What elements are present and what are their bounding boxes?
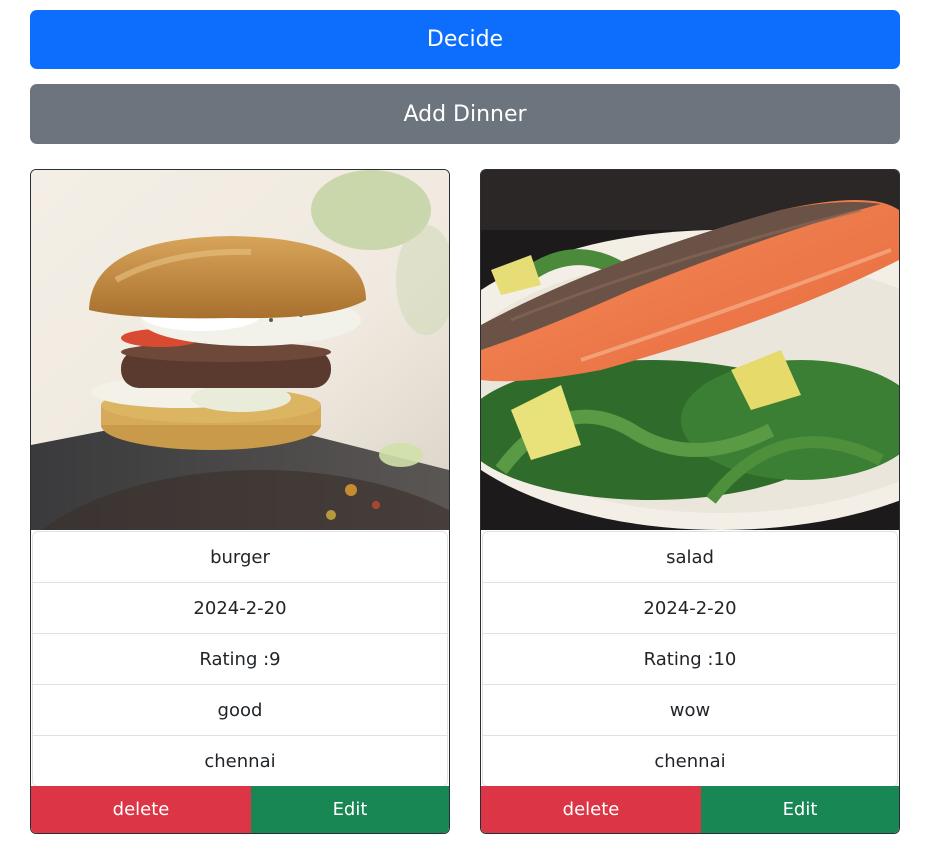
dinner-name: salad [666,546,714,568]
dinner-card: salad 2024-2-20 Rating :10 wow chennai d… [480,169,900,834]
dinner-details-list: salad 2024-2-20 Rating :10 wow chennai [482,531,898,787]
dinner-review: good [33,684,447,735]
card-actions: delete Edit [481,786,899,833]
delete-button[interactable]: delete [481,786,701,833]
card-actions: delete Edit [31,786,449,833]
dinner-name: burger [210,546,270,568]
dinner-location: chennai [33,735,447,786]
dinner-card: burger 2024-2-20 Rating :9 good chennai … [30,169,450,834]
add-dinner-button[interactable]: Add Dinner [30,84,900,144]
edit-button[interactable]: Edit [251,786,449,833]
dinner-review: wow [483,684,897,735]
salad-photo [481,170,899,530]
dinner-date: 2024-2-20 [483,582,897,633]
dinner-date: 2024-2-20 [33,582,447,633]
dinner-details-list: burger 2024-2-20 Rating :9 good chennai [32,531,448,787]
delete-button[interactable]: delete [31,786,251,833]
edit-button[interactable]: Edit [701,786,899,833]
dinner-rating: Rating :9 [33,633,447,684]
burger-photo [31,170,449,530]
dinner-location: chennai [483,735,897,786]
decide-button[interactable]: Decide [30,10,900,69]
dinner-rating: Rating :10 [483,633,897,684]
